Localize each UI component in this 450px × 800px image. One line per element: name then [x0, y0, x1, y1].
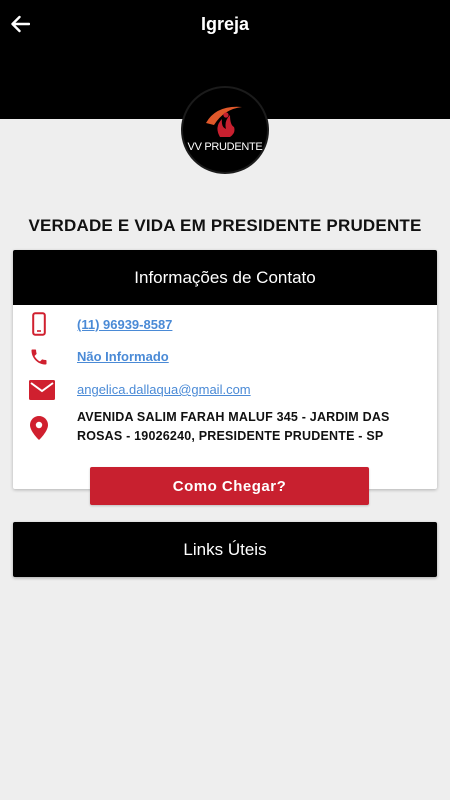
mobile-phone-icon	[27, 312, 51, 336]
envelope-icon	[29, 380, 55, 400]
phone-number-link[interactable]: Não Informado	[77, 349, 169, 364]
map-pin-icon	[27, 416, 51, 440]
mobile-number-link[interactable]: (11) 96939-8587	[77, 317, 172, 332]
flame-logo-icon	[206, 106, 242, 137]
church-name: VERDADE E VIDA EM PRESIDENTE PRUDENTE	[28, 216, 422, 235]
church-logo: VV PRUDENTE	[181, 86, 269, 174]
email-link[interactable]: angelica.dallaqua@gmail.com	[77, 382, 251, 397]
directions-button[interactable]: Como Chegar?	[90, 467, 369, 505]
logo-text: VV PRUDENTE	[187, 141, 263, 153]
page-title: Igreja	[200, 14, 250, 34]
useful-links-button[interactable]: Links Úteis	[13, 522, 437, 577]
phone-icon	[27, 347, 51, 367]
contact-card: Informações de Contato (11) 96939-8587 N…	[13, 250, 437, 489]
contact-card-header: Informações de Contato	[13, 250, 437, 305]
address-text: AVENIDA SALIM FARAH MALUF 345 - JARDIM D…	[77, 410, 390, 443]
